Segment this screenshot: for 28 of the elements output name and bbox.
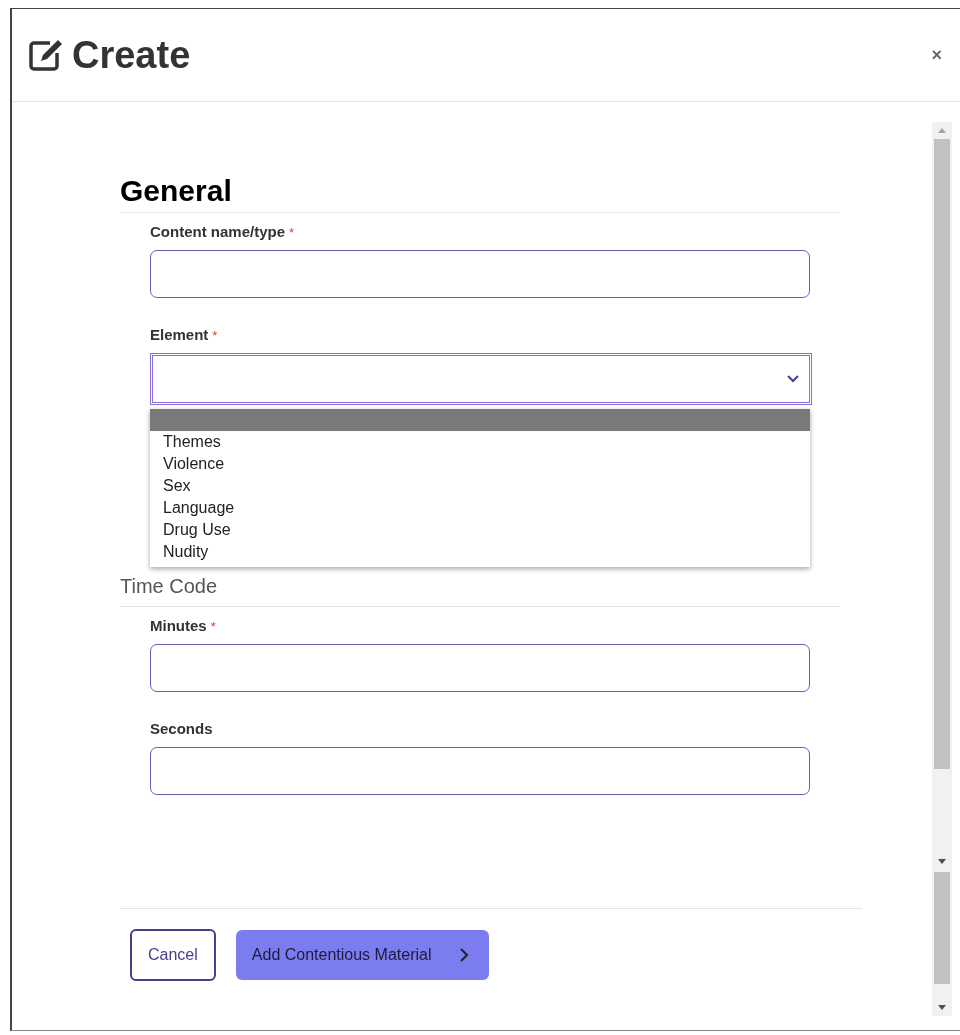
field-label: Element *	[150, 326, 219, 343]
field-label: Seconds	[150, 720, 214, 737]
dropdown-option[interactable]: Drug Use	[150, 519, 810, 541]
dropdown-option[interactable]: Violence	[150, 453, 810, 475]
required-mark: *	[210, 619, 216, 634]
dropdown-option[interactable]: Nudity	[150, 541, 810, 563]
section-heading: Time Code	[120, 575, 840, 607]
text-field[interactable]	[150, 644, 810, 692]
scrollbar[interactable]	[932, 872, 952, 1016]
section-heading: General	[120, 174, 840, 213]
scrollbar[interactable]	[932, 122, 952, 872]
required-mark: *	[289, 225, 295, 240]
dropdown-option[interactable]: Themes	[150, 431, 810, 453]
text-field[interactable]	[150, 747, 810, 795]
field-label: Content name/type *	[150, 223, 296, 240]
select-field[interactable]	[150, 353, 812, 405]
chevron-right-icon	[459, 948, 470, 962]
chevron-down-icon	[787, 374, 799, 384]
field-label: Minutes *	[150, 617, 217, 634]
edit-icon	[28, 38, 64, 72]
cancel-button[interactable]: Cancel	[130, 929, 216, 981]
close-button[interactable]: ×	[931, 44, 942, 66]
dialog-title: Create	[28, 33, 191, 77]
add-button[interactable]: Add Contentious Material	[235, 930, 490, 980]
required-mark: *	[212, 328, 218, 343]
dropdown-option[interactable]: Language	[150, 497, 810, 519]
dropdown-option[interactable]: Sex	[150, 475, 810, 497]
text-field[interactable]	[150, 250, 810, 298]
